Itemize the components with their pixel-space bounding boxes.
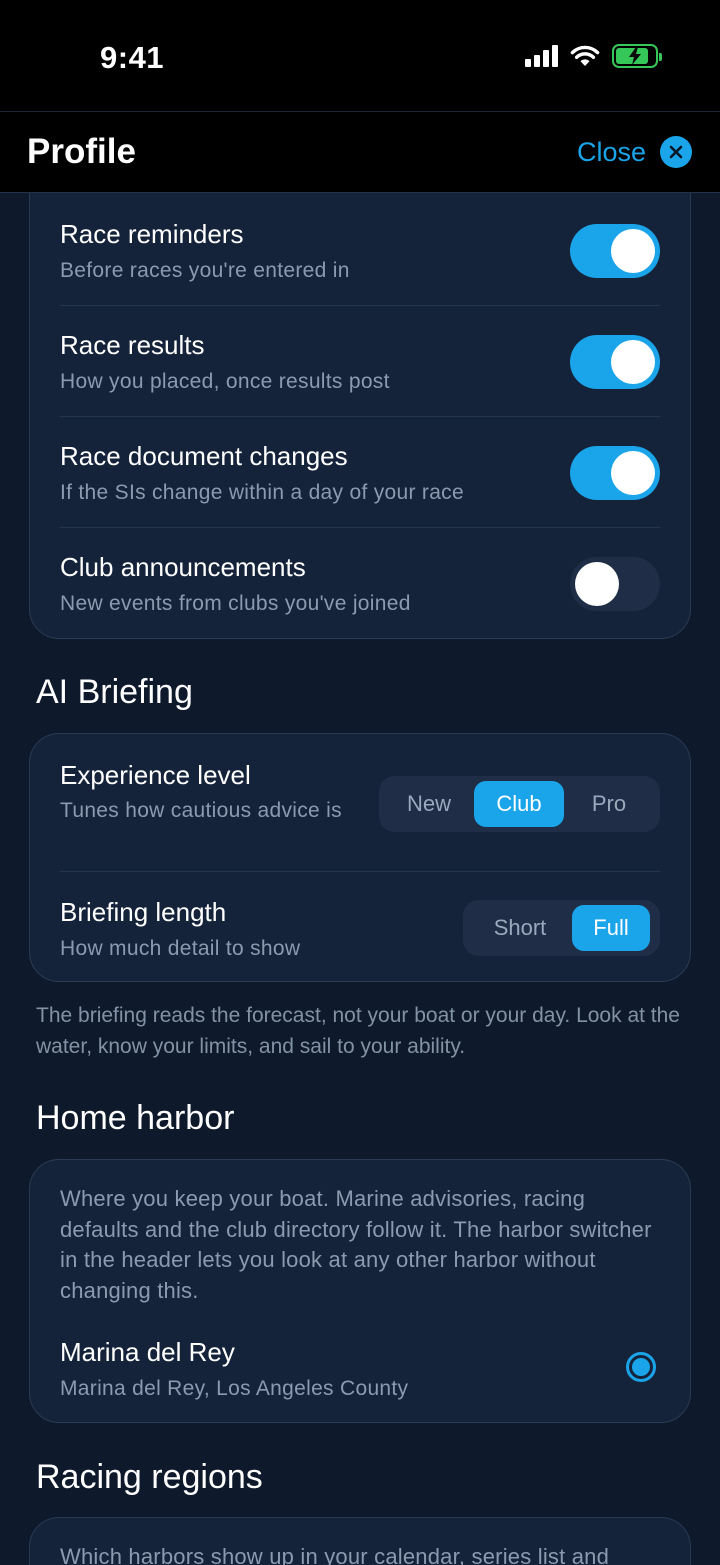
notification-subtitle: If the SIs change within a day of your r… <box>60 481 464 504</box>
experience-option-new[interactable]: New <box>384 781 474 827</box>
battery-charging-icon <box>612 44 662 68</box>
notification-row-race-reminders: Race reminders Before races you're enter… <box>60 219 660 283</box>
home-harbor-card: Where you keep your boat. Marine advisor… <box>29 1159 691 1423</box>
notification-row-club-announcements: Club announcements New events from clubs… <box>60 552 660 616</box>
divider <box>60 527 660 528</box>
experience-level-selector[interactable]: New Club Pro <box>379 776 660 832</box>
cellular-signal-icon <box>525 45 558 67</box>
notifications-card: Race reminders Before races you're enter… <box>29 150 691 639</box>
race-results-toggle[interactable] <box>570 335 660 389</box>
racing-regions-card: Which harbors show up in your calendar, … <box>29 1517 691 1565</box>
harbor-location: Marina del Rey, Los Angeles County <box>60 1377 409 1400</box>
harbor-name: Marina del Rey <box>60 1337 235 1367</box>
race-document-changes-toggle[interactable] <box>570 446 660 500</box>
length-option-full[interactable]: Full <box>572 905 650 951</box>
status-time: 9:41 <box>100 40 165 75</box>
harbor-radio-selected[interactable] <box>626 1352 656 1382</box>
wifi-icon <box>570 45 600 66</box>
page-title: Profile <box>27 132 136 171</box>
divider <box>60 871 660 872</box>
close-label[interactable]: Close <box>577 137 646 168</box>
briefing-length-row: Briefing length How much detail to show … <box>60 897 660 961</box>
experience-level-row: Experience level Tunes how cautious advi… <box>60 760 660 832</box>
notification-row-race-document-changes: Race document changes If the SIs change … <box>60 441 660 505</box>
experience-level-subtitle: Tunes how cautious advice is <box>60 799 342 822</box>
status-icons <box>525 44 662 68</box>
notification-subtitle: New events from clubs you've joined <box>60 592 411 615</box>
notification-row-race-results: Race results How you placed, once result… <box>60 330 660 394</box>
section-title-racing-regions: Racing regions <box>36 1458 263 1496</box>
length-option-short[interactable]: Short <box>468 905 572 951</box>
close-icon[interactable] <box>660 136 692 168</box>
experience-option-pro[interactable]: Pro <box>564 781 654 827</box>
ai-briefing-disclaimer: The briefing reads the forecast, not you… <box>36 1004 680 1058</box>
section-title-ai-briefing: AI Briefing <box>36 673 193 711</box>
race-reminders-toggle[interactable] <box>570 224 660 278</box>
club-announcements-toggle[interactable] <box>570 557 660 611</box>
divider <box>60 305 660 306</box>
section-title-home-harbor: Home harbor <box>36 1099 235 1137</box>
briefing-length-selector[interactable]: Short Full <box>463 900 660 956</box>
ai-briefing-card: Experience level Tunes how cautious advi… <box>29 733 691 982</box>
status-bar: 9:41 <box>0 0 720 111</box>
home-harbor-option[interactable]: Marina del Rey Marina del Rey, Los Angel… <box>60 1337 660 1401</box>
notification-subtitle: Before races you're entered in <box>60 259 350 282</box>
racing-regions-description: Which harbors show up in your calendar, … <box>60 1544 610 1565</box>
notification-subtitle: How you placed, once results post <box>60 370 390 393</box>
experience-option-club[interactable]: Club <box>474 781 564 827</box>
home-harbor-description: Where you keep your boat. Marine advisor… <box>60 1186 652 1303</box>
close-button[interactable]: Close <box>577 136 692 168</box>
header-backdrop: Profile Close <box>0 111 720 193</box>
divider <box>60 416 660 417</box>
